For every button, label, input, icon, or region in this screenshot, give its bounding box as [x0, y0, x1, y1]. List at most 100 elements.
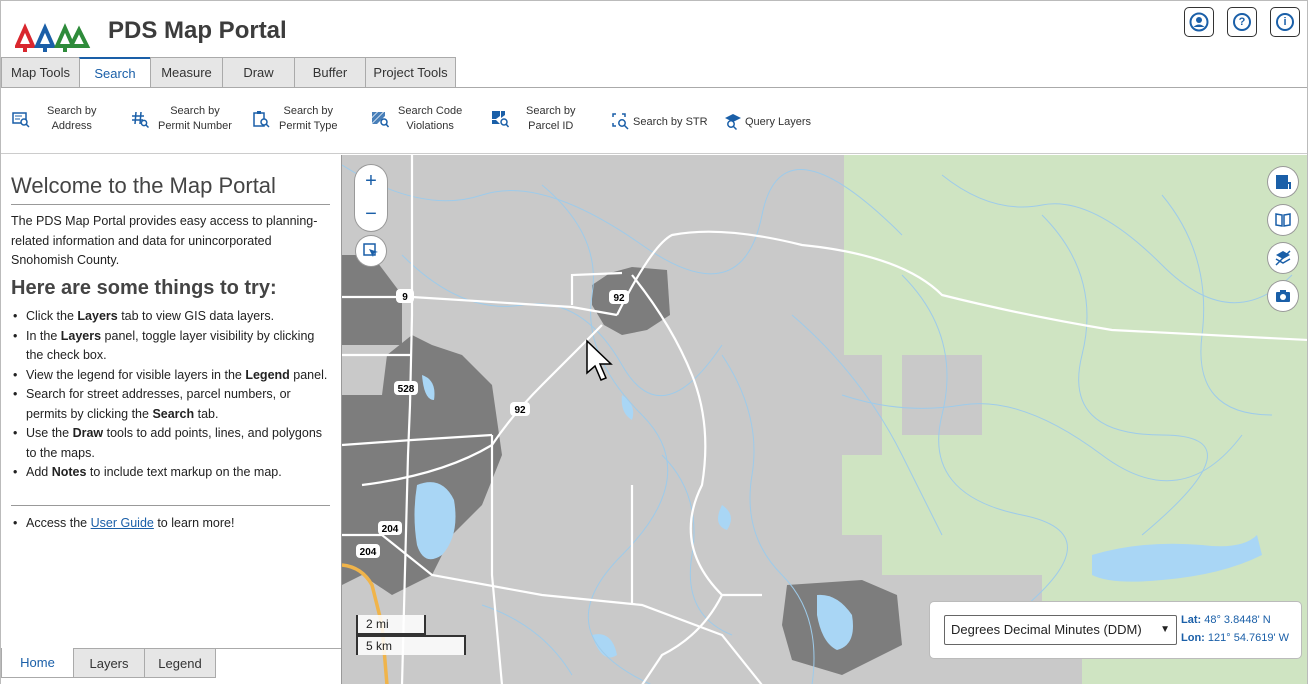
map-view[interactable]: 9 92 528 92 204 204 + − 2 mi 5 km Degree… [341, 155, 1307, 684]
scale-bar: 2 mi 5 km [356, 615, 466, 655]
latitude-label: Lat: [1181, 614, 1202, 626]
search-by-str-button[interactable]: Search by STR [611, 112, 708, 132]
tip-text: Use the [26, 426, 73, 440]
list-item: Click the Layers tab to view GIS data la… [11, 307, 333, 327]
tab-search[interactable]: Search [79, 57, 151, 88]
longitude-readout: Lon: 121° 54.7619' W [1181, 632, 1289, 644]
address-search-icon [11, 109, 31, 129]
list-item: Access the User Guide to learn more! [11, 514, 333, 534]
violations-search-icon [370, 109, 390, 129]
search-toolbar: Search by Address Search by Permit Number … [1, 88, 1307, 154]
layers-off-icon [1275, 250, 1291, 266]
search-by-parcel-id-button[interactable]: Search by Parcel ID [490, 104, 576, 134]
tab-legend[interactable]: Legend [144, 648, 216, 678]
tip-keyword: Notes [51, 465, 87, 479]
book-button[interactable] [1268, 205, 1298, 235]
chevron-down-icon: ▼ [1160, 624, 1170, 635]
list-item: View the legend for visible layers in th… [11, 366, 333, 386]
search-by-parcel-id-label-2: Parcel ID [528, 120, 574, 132]
latitude-readout: Lat: 48° 3.8448' N [1181, 614, 1271, 626]
zoom-out-button[interactable]: − [355, 198, 387, 231]
welcome-title: Welcome to the Map Portal [11, 173, 276, 198]
map-swap-icon [1276, 175, 1291, 189]
app-title: PDS Map Portal [108, 17, 287, 44]
tip-keyword: Draw [72, 426, 104, 440]
help-button[interactable]: ? [1227, 7, 1257, 37]
tab-buffer[interactable]: Buffer [294, 57, 366, 87]
user-guide-link[interactable]: User Guide [91, 516, 154, 530]
hash-search-icon [130, 109, 150, 129]
longitude-label: Lon: [1181, 632, 1205, 644]
tab-draw[interactable]: Draw [222, 57, 295, 87]
info-icon: i [1276, 13, 1294, 31]
tab-map-tools[interactable]: Map Tools [1, 57, 80, 87]
query-layers-label: Query Layers [745, 115, 812, 128]
guide-text: Access the [26, 516, 91, 530]
select-cursor-icon [363, 243, 378, 257]
tip-text: to include text markup on the map. [86, 465, 282, 479]
tips-list: Click the Layers tab to view GIS data la… [11, 307, 333, 483]
tip-text: tab. [194, 406, 219, 421]
app-window: PDS Map Portal ? i Map Tools Search Meas… [0, 0, 1308, 684]
user-icon [1189, 12, 1209, 32]
str-search-icon [611, 112, 631, 132]
header: PDS Map Portal ? i [1, 1, 1307, 57]
coordinate-format-value: Degrees Decimal Minutes (DDM) [951, 622, 1142, 637]
tips-divider [11, 505, 330, 506]
tip-text: In the [26, 328, 61, 343]
search-by-permit-number-button[interactable]: Search by Permit Number [130, 104, 232, 134]
tab-project-tools[interactable]: Project Tools [365, 57, 456, 87]
scale-km: 5 km [356, 635, 466, 655]
tab-layers[interactable]: Layers [73, 648, 145, 678]
camera-icon [1276, 290, 1290, 302]
tip-text: tab to view GIS data layers. [117, 309, 275, 323]
search-by-permit-type-label-2: Permit Type [279, 120, 338, 132]
route-label-9: 9 [402, 292, 408, 303]
clipboard-search-icon [251, 109, 271, 129]
search-by-permit-type-label-1: Search by [283, 105, 334, 117]
zoom-control: + − [355, 165, 387, 231]
main-tabs: Map Tools Search Measure Draw Buffer Pro… [1, 57, 456, 88]
tip-keyword: Layers [77, 309, 118, 323]
tab-home[interactable]: Home [1, 648, 74, 678]
tip-text: Click the [26, 309, 78, 323]
route-label-92b: 92 [514, 405, 526, 416]
select-features-button[interactable] [356, 236, 386, 266]
coordinate-panel: Degrees Decimal Minutes (DDM) ▼ Lat: 48°… [930, 602, 1301, 658]
tip-text: View the legend for visible layers in th… [26, 367, 246, 382]
guide-list: Access the User Guide to learn more! [11, 514, 333, 534]
zoom-in-button[interactable]: + [355, 165, 387, 198]
parcel-search-icon [490, 109, 510, 129]
screenshot-button[interactable] [1268, 281, 1298, 311]
book-icon [1275, 213, 1291, 227]
tip-keyword: Layers [60, 328, 102, 343]
layers-off-button[interactable] [1268, 243, 1298, 273]
search-code-violations-label-2: Violations [406, 120, 454, 132]
list-item: In the Layers panel, toggle layer visibi… [11, 327, 333, 366]
map-swap-button[interactable] [1268, 167, 1298, 197]
query-layers-icon [723, 112, 743, 132]
tab-measure[interactable]: Measure [150, 57, 223, 87]
search-by-parcel-id-label-1: Search by [526, 105, 576, 117]
longitude-value: 121° 54.7619' W [1207, 632, 1289, 644]
tip-keyword: Legend [245, 367, 290, 382]
route-label-92a: 92 [613, 293, 625, 304]
info-button[interactable]: i [1270, 7, 1300, 37]
list-item: Search for street addresses, parcel numb… [11, 385, 333, 424]
list-item: Use the Draw tools to add points, lines,… [11, 424, 333, 463]
search-by-permit-type-button[interactable]: Search by Permit Type [251, 104, 338, 134]
route-label-204b: 204 [360, 547, 377, 558]
user-button[interactable] [1184, 7, 1214, 37]
list-item: Add Notes to include text markup on the … [11, 463, 333, 483]
scale-miles: 2 mi [356, 615, 426, 635]
search-by-address-label-2: Address [51, 120, 92, 132]
query-layers-button[interactable]: Query Layers [723, 112, 811, 132]
coordinate-format-select[interactable]: Degrees Decimal Minutes (DDM) ▼ [944, 615, 1177, 645]
search-by-permit-number-label-1: Search by [170, 105, 220, 117]
search-by-str-label: Search by STR [633, 115, 708, 128]
search-code-violations-button[interactable]: Search Code Violations [370, 104, 462, 134]
tip-keyword: Search [152, 406, 195, 421]
title-divider [11, 204, 330, 205]
search-by-address-button[interactable]: Search by Address [11, 104, 97, 134]
search-by-address-label-1: Search by [47, 105, 97, 117]
